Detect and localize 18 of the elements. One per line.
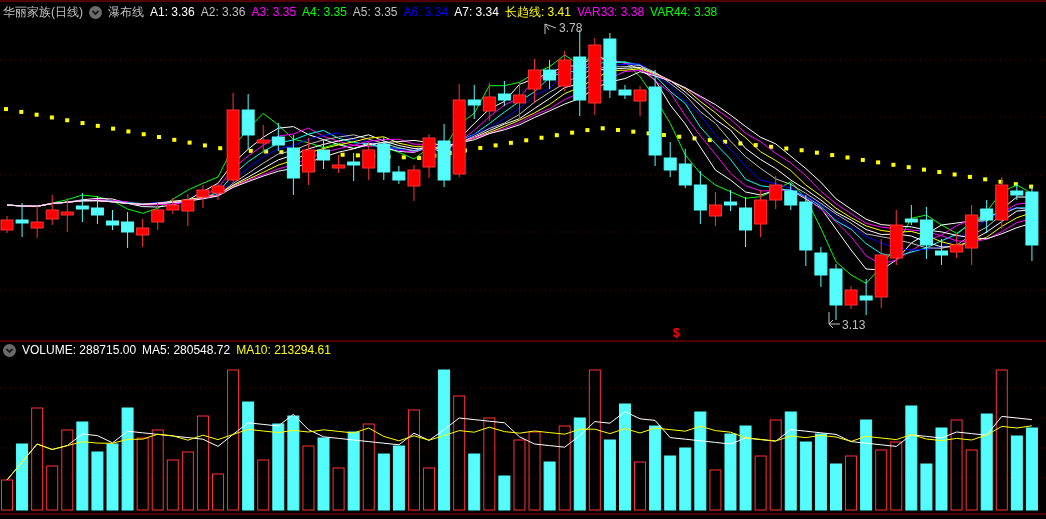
indicator-value: A3: 3.35 — [251, 4, 297, 20]
indicator-value: VAR44: 3.38 — [650, 4, 718, 20]
indicator-value: A2: 3.36 — [200, 4, 246, 20]
indicator-value: 长趋线: 3.41 — [504, 4, 571, 20]
volume-value: MA10: 213294.61 — [236, 342, 331, 358]
indicator-value: A4: 3.35 — [302, 4, 347, 20]
volume-value: VOLUME: 288715.00 — [22, 342, 137, 358]
indicator-name: 瀑布线 — [108, 4, 144, 20]
indicator-value: A5: 3.35 — [352, 4, 398, 20]
low-price-label: 3.13 — [842, 318, 866, 332]
indicator-value: A1: 3.36 — [150, 4, 195, 20]
indicator-value: A7: 3.34 — [454, 4, 499, 20]
volume-value: MA5: 280548.72 — [142, 342, 231, 358]
indicator-value: VAR33: 3.38 — [576, 4, 645, 20]
signal-mark: $ — [673, 326, 680, 340]
indicator-value: A6: 3.34 — [403, 4, 449, 20]
stock-title: 华丽家族(日线) — [3, 4, 83, 20]
high-price-label: 3.78 — [559, 21, 583, 35]
